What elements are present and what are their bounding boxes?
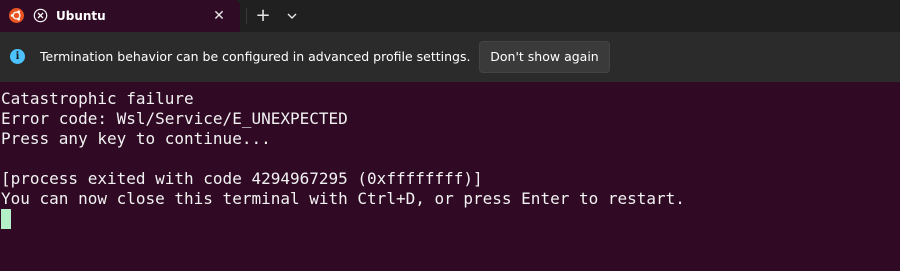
terminal-line: Catastrophic failure xyxy=(1,89,194,108)
tab-close-button[interactable]: ✕ xyxy=(209,6,229,26)
plus-icon: + xyxy=(255,5,271,26)
terminal-line: [process exited with code 4294967295 (0x… xyxy=(1,169,483,188)
terminal-line: Error code: Wsl/Service/E_UNEXPECTED xyxy=(1,109,348,128)
dont-show-again-button[interactable]: Don't show again xyxy=(479,41,610,73)
close-icon: ✕ xyxy=(213,8,225,24)
tab-bar: Ubuntu ✕ + xyxy=(0,0,900,32)
terminal-line: Press any key to continue... xyxy=(1,129,271,148)
ubuntu-logo-icon xyxy=(9,8,24,23)
info-message: Termination behavior can be configured i… xyxy=(40,49,471,64)
tab-dropdown-button[interactable] xyxy=(282,6,302,26)
terminal-cursor xyxy=(1,209,11,229)
tab-divider xyxy=(246,8,247,24)
tab-title: Ubuntu xyxy=(56,9,106,23)
info-icon: i xyxy=(10,49,25,64)
chevron-down-icon xyxy=(287,13,297,19)
terminal-line: You can now close this terminal with Ctr… xyxy=(1,189,685,208)
new-tab-button[interactable]: + xyxy=(253,6,273,26)
terminal-window: Ubuntu ✕ + i Termination behavior can be… xyxy=(0,0,900,271)
tab-status-close-icon xyxy=(33,8,48,23)
tab-ubuntu[interactable]: Ubuntu ✕ xyxy=(0,0,240,32)
